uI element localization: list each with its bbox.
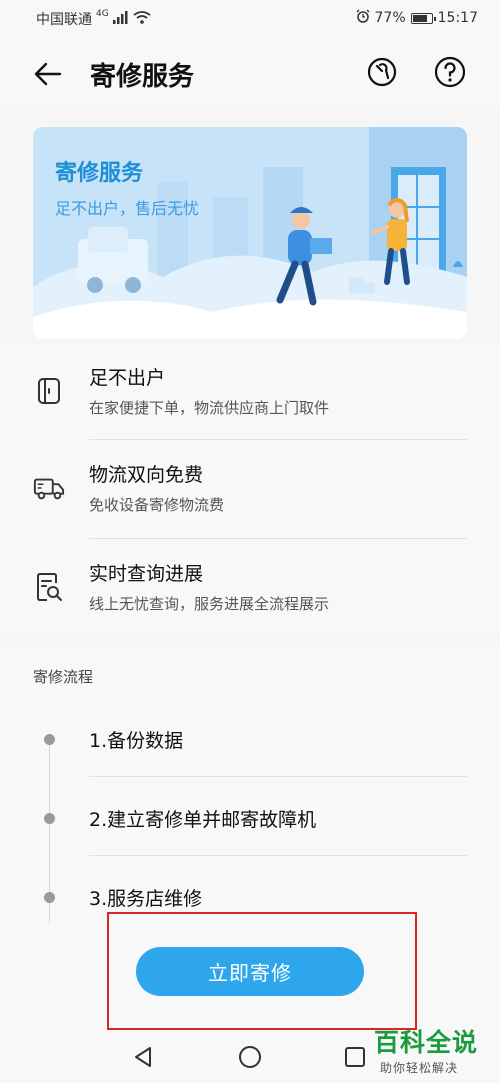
process-step: 2.建立寄修单并邮寄故障机 xyxy=(0,787,500,857)
banner-title: 寄修服务 xyxy=(55,161,144,186)
feature-desc: 在家便捷下单，物流供应商上门取件 xyxy=(89,399,330,417)
back-button[interactable] xyxy=(30,56,66,92)
divider xyxy=(89,538,467,539)
alarm-icon xyxy=(356,9,370,27)
feature-title: 物流双向免费 xyxy=(89,464,204,486)
process-step: 1.备份数据 xyxy=(0,708,500,778)
divider xyxy=(89,776,467,777)
watermark-logo: 百科全说 助你轻松解决 xyxy=(372,1021,490,1079)
nav-recents-button[interactable] xyxy=(340,1042,370,1072)
divider xyxy=(89,855,467,856)
home-circle-icon xyxy=(239,1046,261,1068)
step-label: 2.建立寄修单并邮寄故障机 xyxy=(89,809,317,831)
feature-desc: 线上无忧查询，服务进展全流程展示 xyxy=(89,595,330,613)
recents-square-icon xyxy=(345,1047,365,1067)
feature-title: 实时查询进展 xyxy=(89,563,204,585)
nav-home-button[interactable] xyxy=(235,1042,265,1072)
signal-icon xyxy=(112,10,129,28)
feature-item-door-to-door: 足不出户 在家便捷下单，物流供应商上门取件 xyxy=(0,345,500,441)
step-dot xyxy=(44,734,55,745)
repair-process-section: 寄修流程 1.备份数据 2.建立寄修单并邮寄故障机 3.服务店维修 xyxy=(0,646,500,946)
feature-item-progress-tracking: 实时查询进展 线上无忧查询，服务进展全流程展示 xyxy=(0,541,500,637)
step-label: 3.服务店维修 xyxy=(89,888,203,910)
process-step: 3.服务店维修 xyxy=(0,866,500,936)
search-document-icon xyxy=(37,573,62,601)
carrier-name: 中国联通 xyxy=(36,12,92,28)
step-label: 1.备份数据 xyxy=(89,730,184,752)
feature-title: 足不出户 xyxy=(89,367,166,389)
status-bar: 中国联通 4G 77% 15:17 xyxy=(0,0,500,36)
repair-now-button[interactable]: 立即寄修 xyxy=(136,947,364,996)
back-triangle-icon xyxy=(135,1047,151,1067)
wifi-icon xyxy=(133,10,151,28)
battery-percent: 77% xyxy=(374,10,406,26)
step-dot xyxy=(44,813,55,824)
phone-icon xyxy=(38,378,60,404)
feature-list: 足不出户 在家便捷下单，物流供应商上门取件 物流双向免费 免收设备寄修物流费 实… xyxy=(0,345,500,632)
app-bar: 寄修服务 xyxy=(0,36,500,110)
nav-back-button[interactable] xyxy=(128,1042,158,1072)
divider xyxy=(89,439,467,440)
section-label: 寄修流程 xyxy=(33,668,94,686)
step-dot xyxy=(44,892,55,903)
question-icon xyxy=(434,56,466,88)
wrench-icon xyxy=(367,57,397,87)
clock-time: 15:17 xyxy=(437,10,478,26)
battery-icon xyxy=(410,12,436,24)
service-banner: 寄修服务 足不出户，售后无忧 xyxy=(33,127,467,339)
watermark-title: 百科全说 xyxy=(374,1028,479,1057)
truck-icon xyxy=(33,478,65,500)
repair-tool-button[interactable] xyxy=(364,54,400,90)
help-button[interactable] xyxy=(432,54,468,90)
back-arrow-icon xyxy=(34,62,62,86)
watermark-subtitle: 助你轻松解决 xyxy=(380,1061,459,1075)
banner-subtitle: 足不出户，售后无忧 xyxy=(55,199,200,218)
feature-desc: 免收设备寄修物流费 xyxy=(89,496,225,514)
network-type: 4G xyxy=(96,9,109,19)
feature-item-free-shipping: 物流双向免费 免收设备寄修物流费 xyxy=(0,442,500,538)
page-title: 寄修服务 xyxy=(90,62,195,92)
